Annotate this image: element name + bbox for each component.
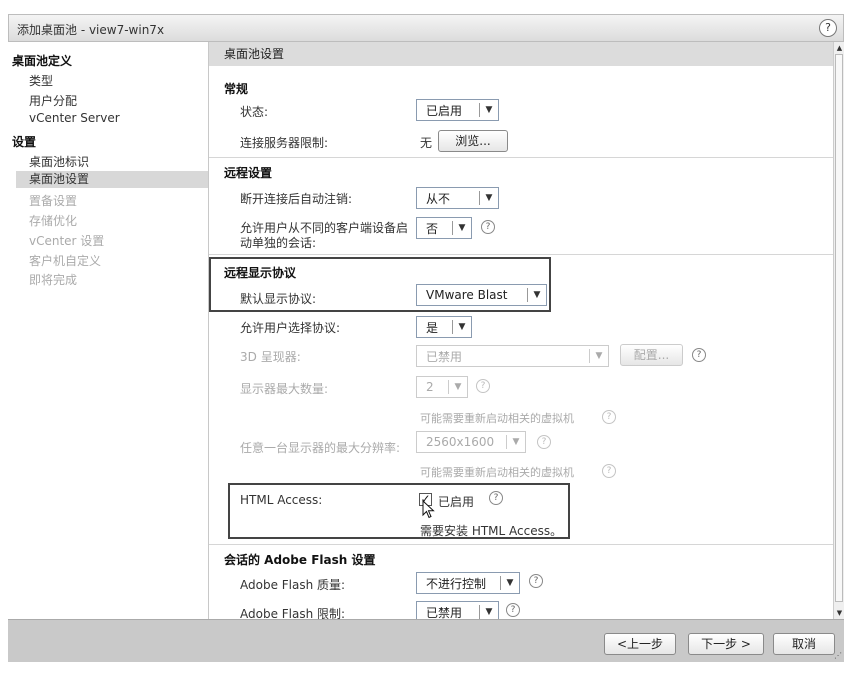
flash-quality-select[interactable]: 不进行控制 ▼ bbox=[416, 572, 520, 594]
nav-section-settings: 设置 bbox=[12, 135, 37, 149]
state-label: 状态: bbox=[240, 105, 269, 119]
help-icon[interactable]: ? bbox=[506, 603, 520, 617]
help-icon: ? bbox=[602, 410, 616, 424]
chevron-down-icon: ▼ bbox=[595, 351, 603, 361]
auto-logoff-select[interactable]: 从不 ▼ bbox=[416, 187, 499, 209]
panel-header: 桌面池设置 bbox=[209, 42, 833, 66]
highlight-frame bbox=[228, 483, 570, 539]
restart-note: 可能需要重新启动相关的虚拟机 bbox=[420, 412, 574, 425]
3d-renderer-select: 已禁用 ▼ bbox=[416, 345, 609, 367]
max-monitors-label: 显示器最大数量: bbox=[240, 382, 329, 396]
window-title: 添加桌面池 - view7-win7x bbox=[17, 23, 165, 37]
help-icon[interactable]: ? bbox=[529, 574, 543, 588]
auto-logoff-select-value: 从不 bbox=[426, 191, 451, 206]
section-divider bbox=[209, 544, 833, 545]
scroll-down-icon[interactable]: ▼ bbox=[835, 608, 844, 618]
flash-quality-value: 不进行控制 bbox=[426, 576, 487, 591]
help-icon: ? bbox=[476, 379, 490, 393]
connection-server-restriction-label: 连接服务器限制: bbox=[240, 136, 329, 150]
flash-throttle-value: 已禁用 bbox=[426, 605, 463, 620]
chevron-down-icon: ▼ bbox=[485, 105, 493, 115]
max-monitors-value: 2 bbox=[426, 380, 434, 394]
wizard-nav: 桌面池定义 类型 用户分配 vCenter Server 设置 桌面池标识 桌面… bbox=[8, 42, 209, 619]
next-button[interactable]: 下一步 > bbox=[688, 633, 764, 655]
nav-item-ready-to-complete: 即将完成 bbox=[29, 273, 78, 287]
nav-item-guest-customization: 客户机自定义 bbox=[29, 254, 102, 268]
allow-protocol-choice-select[interactable]: 是 ▼ bbox=[416, 316, 472, 338]
help-icon: ? bbox=[602, 464, 616, 478]
configure-button: 配置... bbox=[620, 344, 683, 366]
max-resolution-value: 2560x1600 bbox=[426, 435, 495, 449]
chevron-down-icon: ▼ bbox=[454, 382, 462, 392]
nav-item-vcenter-settings: vCenter 设置 bbox=[29, 234, 105, 248]
flash-quality-label: Adobe Flash 质量: bbox=[240, 578, 346, 592]
back-button[interactable]: <上一步 bbox=[604, 633, 676, 655]
help-icon[interactable]: ? bbox=[481, 220, 495, 234]
separate-sessions-select[interactable]: 否 ▼ bbox=[416, 217, 472, 239]
chevron-down-icon: ▼ bbox=[485, 607, 493, 617]
section-general-title: 常规 bbox=[224, 82, 249, 96]
state-select-value: 已启用 bbox=[426, 103, 463, 118]
max-monitors-select: 2 ▼ bbox=[416, 376, 468, 398]
panel-scrollbar[interactable]: ▲ ▼ bbox=[833, 42, 844, 619]
connection-server-restriction-value: 无 bbox=[420, 136, 433, 150]
3d-renderer-label: 3D 呈现器: bbox=[240, 350, 301, 364]
window-titlebar: 添加桌面池 - view7-win7x ? bbox=[8, 14, 844, 42]
allow-protocol-choice-value: 是 bbox=[426, 320, 439, 335]
cancel-button[interactable]: 取消 bbox=[773, 633, 835, 655]
resize-grip-icon[interactable]: ⋰ bbox=[834, 651, 842, 660]
chevron-down-icon: ▼ bbox=[458, 322, 466, 332]
settings-panel: 桌面池设置 常规 状态: 已启用 ▼ 连接服务器限制: 无 浏览... 远程设置… bbox=[209, 42, 833, 623]
chevron-down-icon: ▼ bbox=[458, 223, 466, 233]
nav-item-pool-settings[interactable]: 桌面池设置 bbox=[16, 171, 209, 188]
chevron-down-icon: ▼ bbox=[506, 578, 514, 588]
nav-item-pool-id[interactable]: 桌面池标识 bbox=[29, 153, 89, 170]
nav-item-vcenter-server[interactable]: vCenter Server bbox=[29, 111, 120, 125]
scroll-up-icon[interactable]: ▲ bbox=[835, 43, 844, 53]
max-resolution-select: 2560x1600 ▼ bbox=[416, 431, 526, 453]
nav-item-provisioning: 置备设置 bbox=[29, 194, 78, 208]
scroll-thumb[interactable] bbox=[835, 54, 843, 602]
section-remote-title: 远程设置 bbox=[224, 166, 273, 180]
browse-button[interactable]: 浏览... bbox=[438, 130, 508, 152]
help-icon[interactable]: ? bbox=[819, 19, 837, 37]
help-icon: ? bbox=[537, 435, 551, 449]
section-flash-title: 会话的 Adobe Flash 设置 bbox=[224, 553, 376, 567]
3d-renderer-value: 已禁用 bbox=[426, 349, 463, 364]
separate-sessions-label-line2: 动单独的会话: bbox=[240, 236, 317, 250]
state-select[interactable]: 已启用 ▼ bbox=[416, 99, 499, 121]
section-divider bbox=[209, 254, 833, 255]
highlight-frame bbox=[209, 257, 551, 312]
chevron-down-icon: ▼ bbox=[512, 437, 520, 447]
nav-item-storage-optimization: 存储优化 bbox=[29, 214, 78, 228]
help-icon[interactable]: ? bbox=[692, 348, 706, 362]
nav-item-user-assignment[interactable]: 用户分配 bbox=[29, 92, 77, 109]
section-divider bbox=[209, 157, 833, 158]
allow-protocol-choice-label: 允许用户选择协议: bbox=[240, 321, 341, 335]
separate-sessions-select-value: 否 bbox=[426, 221, 439, 236]
nav-section-pool-definition: 桌面池定义 bbox=[12, 54, 73, 68]
max-resolution-label: 任意一台显示器的最大分辨率: bbox=[240, 441, 401, 455]
restart-note-2: 可能需要重新启动相关的虚拟机 bbox=[420, 466, 574, 479]
auto-logoff-label: 断开连接后自动注销: bbox=[240, 192, 353, 206]
wizard-footer: <上一步 下一步 > 取消 ⋰ bbox=[8, 619, 844, 662]
nav-item-type[interactable]: 类型 bbox=[29, 72, 53, 89]
chevron-down-icon: ▼ bbox=[485, 193, 493, 203]
